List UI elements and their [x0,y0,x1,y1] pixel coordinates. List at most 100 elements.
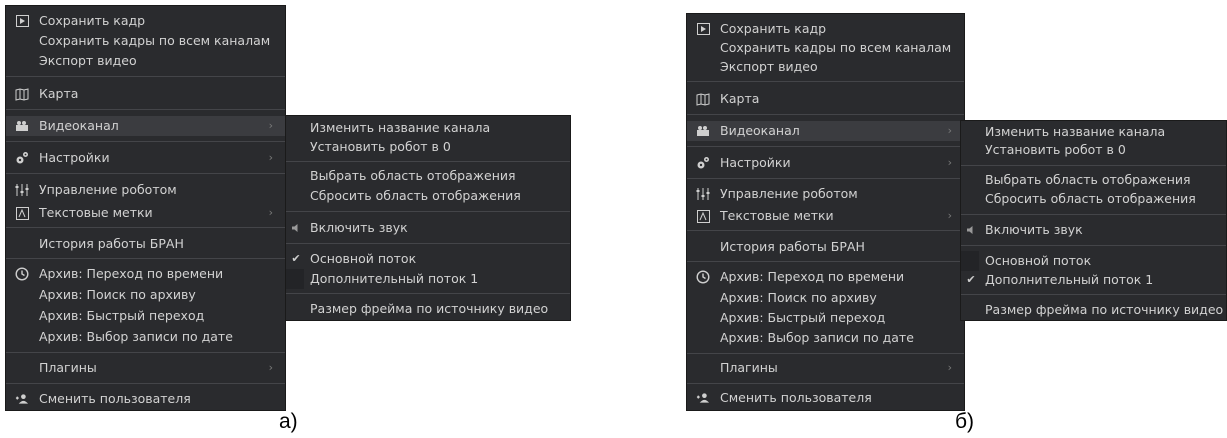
menu-separator [6,141,285,142]
menu-separator [6,76,285,77]
speaker-icon [289,221,303,235]
menu-item-label: Видеоканал [720,123,800,138]
submenu-item-label: Выбрать область отображения [985,172,1191,187]
video-channel-submenu: Изменить название канала Установить робо… [960,120,1227,321]
chevron-right-icon: › [947,124,952,137]
menu-separator [286,243,570,244]
menu-item-save-frames-all[interactable]: Сохранить кадры по всем каналам [6,31,285,51]
menu-separator [286,211,570,212]
menu-separator [961,165,1226,166]
submenu-item-label: Включить звук [985,222,1083,237]
submenu-item-enable-sound[interactable]: Включить звук [286,218,570,238]
menu-item-archive-fast[interactable]: Архив: Быстрый переход [6,306,285,326]
camera-icon [15,119,29,133]
menu-item-label: История работы БРАН [720,239,865,254]
menu-item-label: Видеоканал [39,118,119,133]
menu-item-save-frames-all[interactable]: Сохранить кадры по всем каналам [687,38,964,58]
submenu-item-label: Основной поток [310,251,417,266]
submenu-item-frame-size[interactable]: Размер фрейма по источнику видео [961,300,1226,320]
menu-item-archive-date[interactable]: Архив: Выбор записи по дате [687,328,964,348]
map-icon [696,92,710,106]
chevron-right-icon: › [947,209,952,222]
menu-item-archive-search[interactable]: Архив: Поиск по архиву [687,288,964,308]
map-icon [15,87,29,101]
submenu-item-reset-area[interactable]: Сбросить область отображения [286,186,570,206]
menu-item-map[interactable]: Карта [6,84,285,104]
menu-item-bran-history[interactable]: История работы БРАН [687,237,964,257]
menu-item-label: Карта [720,91,760,106]
menu-item-archive-time[interactable]: Архив: Переход по времени [687,267,964,287]
menu-item-robot-control[interactable]: Управление роботом [6,180,285,200]
menu-item-archive-time[interactable]: Архив: Переход по времени [6,264,285,284]
menu-item-save-frame[interactable]: Сохранить кадр [6,11,285,31]
menu-separator [687,261,964,262]
menu-item-text-labels[interactable]: Текстовые метки › [6,203,285,223]
menu-separator [687,146,964,147]
submenu-item-extra-stream[interactable]: ✔ Дополнительный поток 1 [961,270,1226,290]
menu-separator [6,227,285,228]
menu-separator [286,293,570,294]
figure-caption: а) [279,410,298,433]
menu-item-robot-control[interactable]: Управление роботом [687,184,964,204]
submenu-item-label: Размер фрейма по источнику видео [985,302,1224,317]
speaker-icon [964,223,978,237]
play-frame-icon [696,22,710,36]
submenu-item-rename-channel[interactable]: Изменить название канала [286,118,570,138]
menu-item-archive-search[interactable]: Архив: Поиск по архиву [6,285,285,305]
submenu-item-enable-sound[interactable]: Включить звук [961,220,1226,240]
menu-item-label: Экспорт видео [39,53,137,68]
menu-item-map[interactable]: Карта [687,89,964,109]
menu-item-plugins[interactable]: Плагины › [6,358,285,378]
menu-item-settings[interactable]: Настройки › [687,153,964,173]
submenu-item-rename-channel[interactable]: Изменить название канала [961,122,1226,142]
menu-item-export-video[interactable]: Экспорт видео [6,51,285,71]
menu-separator [687,383,964,384]
panel-a: Сохранить кадр Сохранить кадры по всем к… [0,0,580,438]
sliders-icon [15,183,29,197]
main-context-menu: Сохранить кадр Сохранить кадры по всем к… [686,13,965,411]
chevron-right-icon: › [268,151,273,164]
submenu-item-select-area[interactable]: Выбрать область отображения [286,166,570,186]
submenu-item-set-robot-zero[interactable]: Установить робот в 0 [286,137,570,157]
submenu-item-label: Выбрать область отображения [310,168,516,183]
menu-item-label: Сохранить кадры по всем каналам [720,40,952,55]
submenu-item-select-area[interactable]: Выбрать область отображения [961,170,1226,190]
menu-item-plugins[interactable]: Плагины › [687,358,964,378]
submenu-item-reset-area[interactable]: Сбросить область отображения [961,189,1226,209]
menu-item-label: Архив: Быстрый переход [720,310,886,325]
menu-item-label: Настройки [39,150,110,165]
sliders-icon [696,187,710,201]
main-context-menu: Сохранить кадр Сохранить кадры по всем к… [5,5,286,411]
menu-separator [687,178,964,179]
submenu-item-main-stream[interactable]: Основной поток [961,251,1226,271]
menu-item-video-channel[interactable]: Видеоканал › [687,121,964,141]
menu-item-archive-fast[interactable]: Архив: Быстрый переход [687,308,964,328]
menu-item-label: Архив: Переход по времени [39,266,224,281]
menu-item-settings[interactable]: Настройки › [6,148,285,168]
menu-item-export-video[interactable]: Экспорт видео [687,57,964,77]
menu-separator [687,81,964,82]
menu-item-archive-date[interactable]: Архив: Выбор записи по дате [6,327,285,347]
menu-item-label: История работы БРАН [39,236,184,251]
menu-separator [286,161,570,162]
menu-item-video-channel[interactable]: Видеоканал › [6,116,285,136]
menu-item-label: Карта [39,86,79,101]
menu-item-switch-user[interactable]: Сменить пользователя [6,389,285,409]
menu-item-text-labels[interactable]: Текстовые метки › [687,206,964,226]
video-channel-submenu: Изменить название канала Установить робо… [285,115,571,321]
figure-caption: б) [955,410,975,433]
switch-user-icon [696,391,710,405]
menu-item-label: Текстовые метки [39,205,153,220]
menu-item-switch-user[interactable]: Сменить пользователя [687,388,964,408]
menu-item-label: Архив: Выбор записи по дате [39,329,233,344]
submenu-item-extra-stream[interactable]: Дополнительный поток 1 [286,269,570,289]
menu-item-save-frame[interactable]: Сохранить кадр [687,19,964,39]
submenu-item-frame-size[interactable]: Размер фрейма по источнику видео [286,299,570,319]
menu-item-bran-history[interactable]: История работы БРАН [6,234,285,254]
submenu-item-main-stream[interactable]: ✔ Основной поток [286,249,570,269]
menu-item-label: Архив: Переход по времени [720,269,905,284]
menu-item-label: Плагины [720,360,778,375]
menu-separator [961,245,1226,246]
submenu-item-set-robot-zero[interactable]: Установить робот в 0 [961,140,1226,160]
unchecked-box [961,251,979,271]
